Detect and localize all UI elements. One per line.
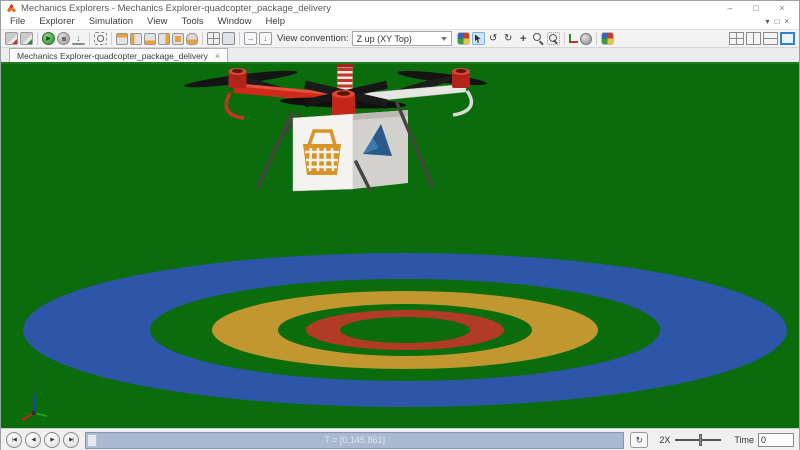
- toolbar-layout-icons: [728, 32, 796, 45]
- view-convention-value: Z up (XY Top): [356, 33, 412, 44]
- playback-bar: |◀ ◀ ▶ ▶| T = [0,145.861] ↻ 2X Time: [1, 428, 799, 450]
- zoom-tool-icon[interactable]: [532, 32, 545, 45]
- toolbar-right-icons: ↺ ↻ +: [456, 32, 615, 45]
- render-settings-icon[interactable]: [456, 32, 470, 45]
- view-isometric-icon[interactable]: [116, 32, 128, 45]
- menu-item[interactable]: View: [140, 15, 174, 29]
- pan-tool-icon[interactable]: +: [517, 32, 530, 45]
- layout-two-horizontal-icon[interactable]: [763, 32, 778, 45]
- zoom-region-tool-icon[interactable]: [546, 32, 560, 45]
- minimize-button[interactable]: –: [717, 2, 743, 15]
- menu-item[interactable]: File: [3, 15, 32, 29]
- layout-single-pane-icon[interactable]: [780, 32, 795, 45]
- split-view-grid-icon[interactable]: [207, 32, 220, 45]
- timeline-scrubber[interactable]: T = [0,145.861]: [85, 431, 625, 449]
- step-icon[interactable]: ↓: [72, 33, 85, 45]
- step-back-button[interactable]: ◀: [25, 432, 41, 448]
- close-child-icon[interactable]: ×: [784, 17, 789, 27]
- playback-buttons: |◀ ◀ ▶ ▶|: [6, 432, 79, 448]
- maximize-button[interactable]: □: [743, 2, 769, 15]
- left-motor-hub: [228, 68, 247, 88]
- visual-settings-icon[interactable]: [600, 32, 614, 45]
- window-controls: – □ ×: [717, 2, 795, 15]
- menu-item[interactable]: Window: [211, 15, 259, 29]
- show-com-icon[interactable]: [579, 32, 592, 45]
- stop-icon[interactable]: [57, 32, 70, 45]
- save-explorer-config-icon[interactable]: [5, 32, 18, 45]
- speed-control: 2X: [659, 433, 722, 447]
- step-forward-button[interactable]: ▶|: [63, 432, 79, 448]
- toolbar-left-icons: ▶ ↓ → ↓: [4, 32, 273, 45]
- camera-forward-icon[interactable]: →: [244, 32, 257, 45]
- tab-close-icon[interactable]: ×: [215, 51, 220, 61]
- close-button[interactable]: ×: [769, 2, 795, 15]
- layout-two-vertical-icon[interactable]: [746, 32, 761, 45]
- speed-slider-handle[interactable]: [699, 434, 703, 446]
- orbit-tool-icon[interactable]: ↺: [487, 32, 500, 45]
- show-frames-icon[interactable]: [568, 34, 578, 43]
- zoom-to-fit-icon[interactable]: [94, 32, 107, 45]
- view-back-icon[interactable]: [172, 32, 184, 45]
- view-convention-label: View convention:: [277, 33, 349, 44]
- speed-slider[interactable]: [675, 433, 722, 447]
- loop-playback-button[interactable]: ↻: [630, 432, 649, 448]
- mechanics-explorer-window: Mechanics Explorers - Mechanics Explorer…: [0, 0, 800, 450]
- undock-icon[interactable]: □: [774, 17, 779, 27]
- chevron-down-icon: [440, 36, 447, 41]
- title-bar: Mechanics Explorers - Mechanics Explorer…: [1, 1, 799, 15]
- menu-item[interactable]: Explorer: [32, 15, 81, 29]
- tab-bar: Mechanics Explorer-quadcopter_package_de…: [1, 48, 799, 64]
- time-range-label: T = [0,145.861]: [324, 434, 385, 445]
- menu-bar: File Explorer Simulation View Tools Window Hel…: [1, 15, 799, 29]
- viewport-3d[interactable]: [1, 64, 799, 428]
- window-title: Mechanics Explorers - Mechanics Explorer…: [21, 2, 331, 14]
- camera-down-icon[interactable]: ↓: [259, 32, 272, 45]
- menu-items: File Explorer Simulation View Tools Window Hel…: [3, 15, 292, 29]
- speed-label: 2X: [659, 435, 671, 445]
- time-input[interactable]: [758, 433, 794, 447]
- dock-icon[interactable]: ▾: [765, 17, 769, 27]
- view-convention-dropdown[interactable]: Z up (XY Top): [351, 31, 452, 46]
- load-explorer-config-icon[interactable]: [20, 32, 33, 45]
- rotor-mast: [336, 64, 354, 91]
- time-control: Time: [734, 433, 794, 447]
- matlab-logo-icon: [7, 3, 16, 13]
- tab-mechanics-explorer[interactable]: Mechanics Explorer-quadcopter_package_de…: [9, 48, 229, 62]
- single-view-icon[interactable]: [222, 32, 235, 45]
- viewport-scene: [1, 64, 799, 428]
- menu-item[interactable]: Tools: [174, 15, 210, 29]
- pointer-tool-icon[interactable]: [471, 32, 485, 45]
- go-to-start-button[interactable]: |◀: [6, 432, 22, 448]
- toolbar: ▶ ↓ → ↓ View convention: Z up (XY Top) ↺ ↻ +: [1, 29, 799, 48]
- landing-target: [23, 253, 787, 407]
- menu-item[interactable]: Help: [258, 15, 292, 29]
- right-motor-hub: [452, 68, 470, 88]
- layout-four-pane-icon[interactable]: [729, 32, 744, 45]
- rotate-tool-icon[interactable]: ↻: [502, 32, 515, 45]
- menu-item[interactable]: Simulation: [82, 15, 140, 29]
- view-custom-icon[interactable]: [186, 32, 198, 45]
- view-front-icon[interactable]: [130, 32, 142, 45]
- play-icon[interactable]: ▶: [42, 32, 55, 45]
- time-label: Time: [734, 435, 754, 445]
- tab-label: Mechanics Explorer-quadcopter_package_de…: [17, 50, 208, 61]
- view-side-icon[interactable]: [158, 32, 170, 45]
- view-top-icon[interactable]: [144, 32, 156, 45]
- play-button[interactable]: ▶: [44, 432, 60, 448]
- child-window-controls: ▾ □ ×: [765, 17, 797, 27]
